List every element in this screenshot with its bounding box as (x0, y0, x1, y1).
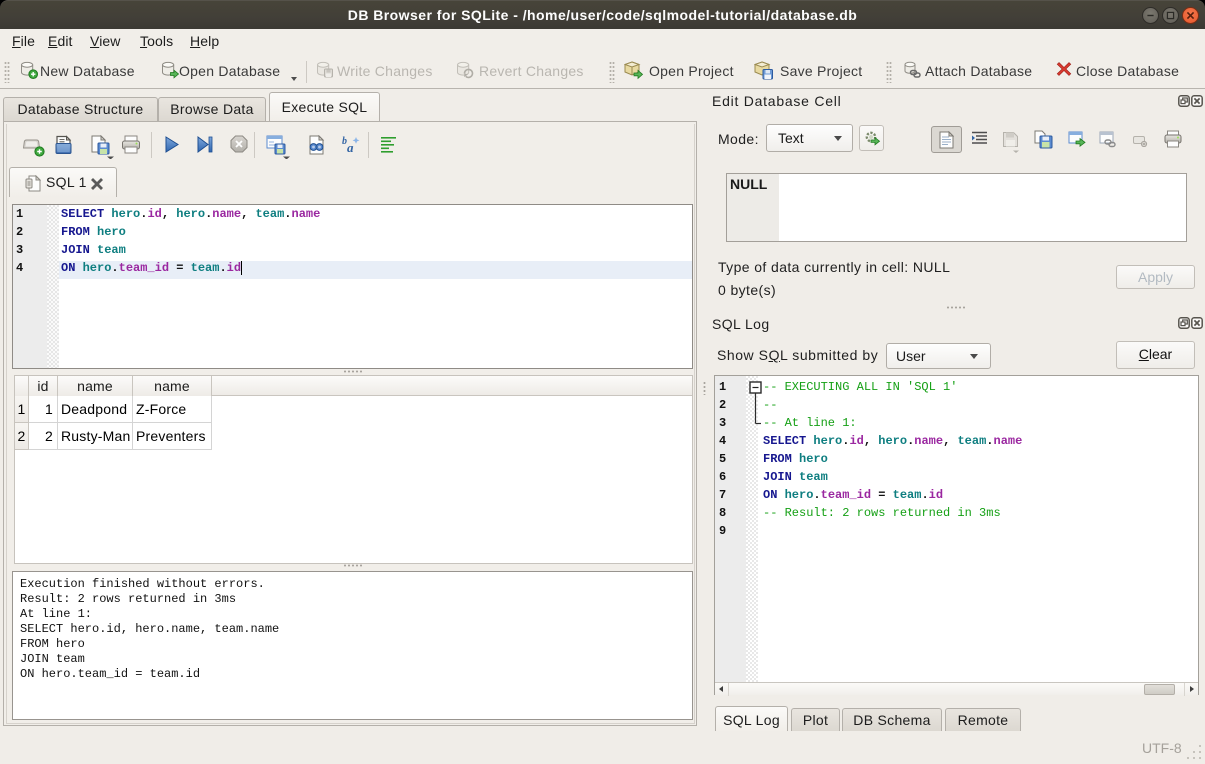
svg-text:a: a (347, 140, 354, 155)
